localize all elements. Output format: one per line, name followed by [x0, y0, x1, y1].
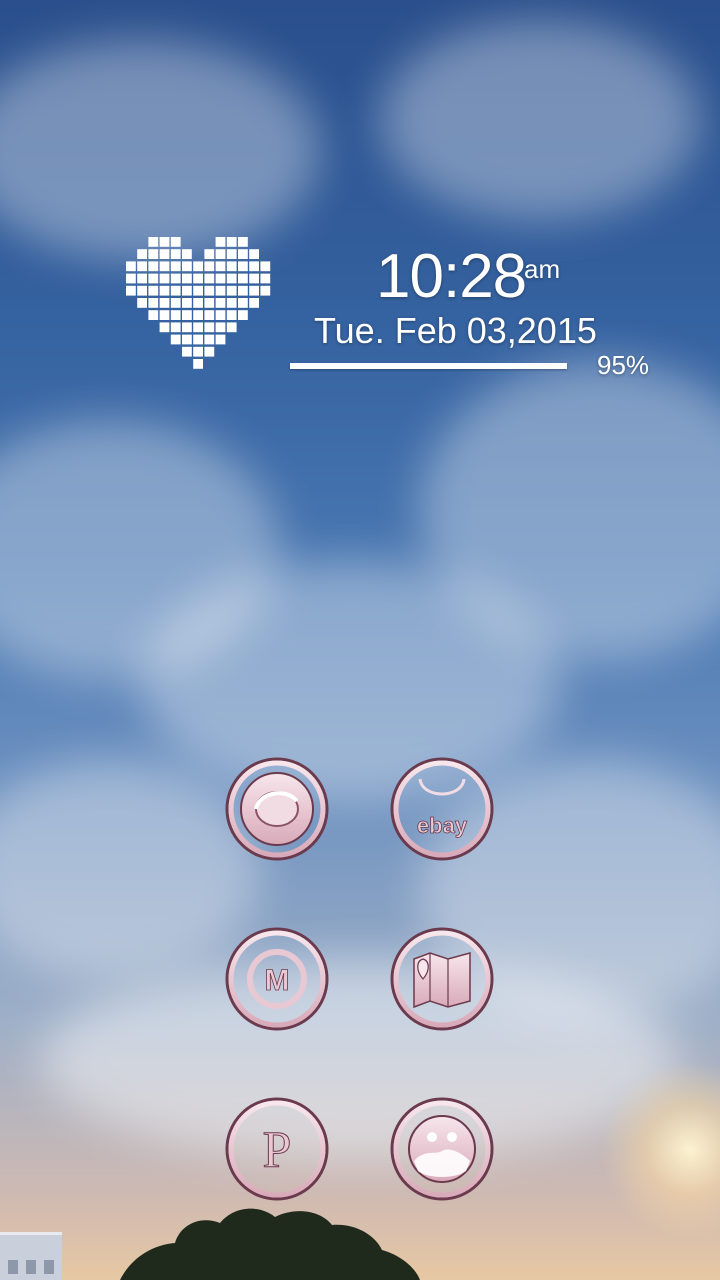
- opera-icon: [225, 757, 329, 861]
- maps-icon: [390, 927, 494, 1031]
- m-app-icon[interactable]: M: [225, 927, 329, 1031]
- clock-date: Tue. Feb 03,2015: [314, 310, 597, 351]
- wallpaper: [0, 0, 720, 1280]
- ebay-label: ebay: [417, 813, 468, 838]
- battery-percent: 95%: [597, 350, 650, 380]
- clock-time[interactable]: 10:28: [376, 246, 527, 308]
- ebay-icon: ebay: [390, 757, 494, 861]
- maps-app-icon[interactable]: [390, 927, 494, 1031]
- gallery-app-icon[interactable]: [390, 1097, 494, 1201]
- clock-ampm: am: [524, 254, 561, 284]
- battery-bar: [290, 363, 582, 369]
- p-app-icon[interactable]: P: [225, 1097, 329, 1201]
- gallery-icon: [390, 1097, 494, 1201]
- m-label: M: [265, 964, 290, 997]
- ebay-app-icon[interactable]: ebay: [390, 757, 494, 861]
- building: [0, 1232, 62, 1280]
- heart-icon: [126, 237, 272, 373]
- p-icon: P: [225, 1097, 329, 1201]
- opera-app-icon[interactable]: [225, 757, 329, 861]
- p-label: P: [263, 1122, 292, 1179]
- tree-silhouette: [120, 1208, 420, 1280]
- m-icon: M: [225, 927, 329, 1031]
- battery-bar-fill: [290, 363, 568, 369]
